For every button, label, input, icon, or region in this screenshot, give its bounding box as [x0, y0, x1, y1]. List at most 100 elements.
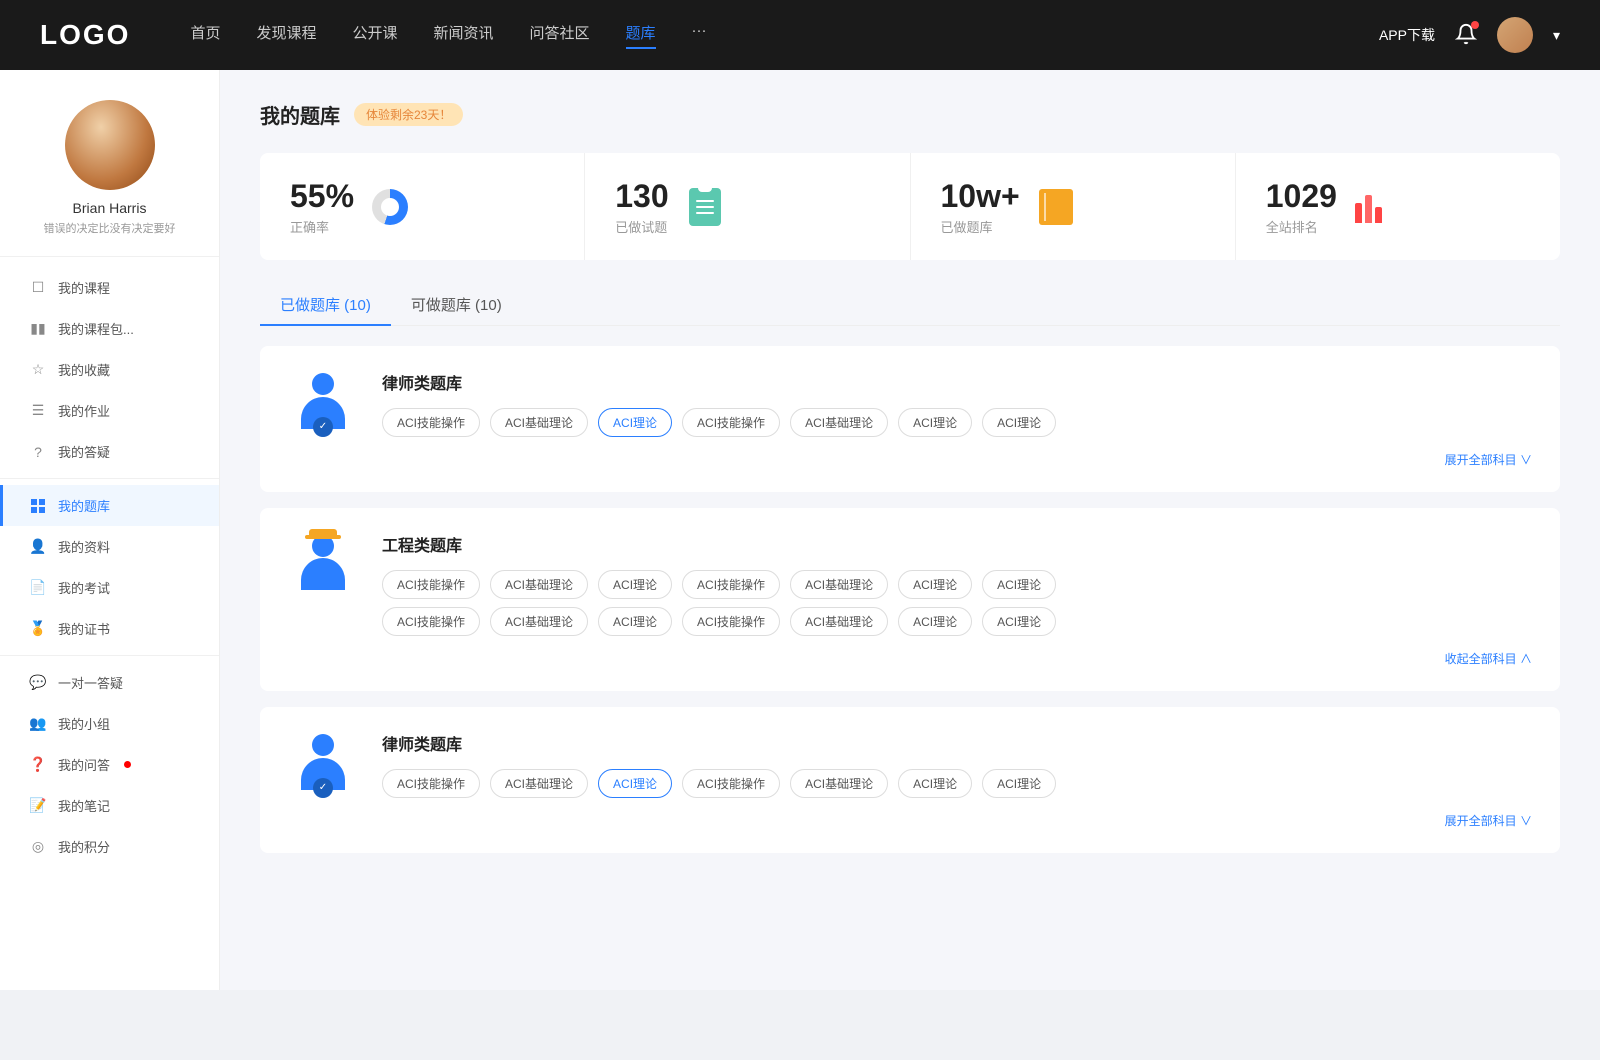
avatar-dropdown-icon[interactable]: ▾: [1553, 27, 1560, 44]
expand-link-3[interactable]: 展开全部科目 ∨: [382, 806, 1532, 829]
sidebar: Brian Harris 错误的决定比没有决定要好 ☐ 我的课程 ▮▮ 我的课程…: [0, 70, 220, 990]
stat-done-banks-text: 10w+ 已做题库: [941, 177, 1020, 236]
eng-tag-4[interactable]: ACI基础理论: [790, 570, 888, 599]
sidebar-item-one-on-one[interactable]: 💬 一对一答疑: [0, 662, 219, 703]
sidebar-item-my-qa[interactable]: ❓ 我的问答: [0, 744, 219, 785]
notes-icon: 📝: [30, 798, 46, 814]
tag-0[interactable]: ACI技能操作: [382, 408, 480, 437]
nav-links: 首页 发现课程 公开课 新闻资讯 问答社区 题库 ···: [190, 22, 1379, 49]
sidebar-item-certificate[interactable]: 🏅 我的证书: [0, 608, 219, 649]
eng-tag-6[interactable]: ACI理论: [982, 570, 1056, 599]
page-header: 我的题库 体验剩余23天！: [260, 100, 1560, 129]
avatar[interactable]: [1497, 17, 1533, 53]
sidebar-item-qa[interactable]: ? 我的答疑: [0, 431, 219, 472]
l2-tag-2[interactable]: ACI理论: [598, 769, 672, 798]
sidebar-menu: ☐ 我的课程 ▮▮ 我的课程包... ☆ 我的收藏 ☰ 我的作业 ? 我的答疑: [0, 267, 219, 867]
stat-accuracy-text: 55% 正确率: [290, 177, 354, 236]
eng-tag-10[interactable]: ACI技能操作: [682, 607, 780, 636]
tab-done[interactable]: 已做题库 (10): [260, 284, 391, 325]
nav-link-open[interactable]: 公开课: [352, 22, 397, 49]
sidebar-item-points[interactable]: ◎ 我的积分: [0, 826, 219, 867]
eng-tag-12[interactable]: ACI理论: [898, 607, 972, 636]
sidebar-item-course-package[interactable]: ▮▮ 我的课程包...: [0, 308, 219, 349]
profile-motto: 错误的决定比没有决定要好: [20, 220, 199, 236]
nav-right: APP下载 ▾: [1379, 17, 1560, 53]
points-icon: ◎: [30, 839, 46, 855]
sidebar-item-exam[interactable]: 📄 我的考试: [0, 567, 219, 608]
star-icon: ☆: [30, 362, 46, 378]
sidebar-item-question-bank[interactable]: 我的题库: [0, 485, 219, 526]
eng-tag-3[interactable]: ACI技能操作: [682, 570, 780, 599]
tag-3[interactable]: ACI技能操作: [682, 408, 780, 437]
lawyer-icon: ✓: [288, 370, 358, 440]
tabs-row: 已做题库 (10) 可做题库 (10): [260, 284, 1560, 326]
sidebar-item-favorites[interactable]: ☆ 我的收藏: [0, 349, 219, 390]
collapse-link[interactable]: 收起全部科目 ∧: [382, 644, 1532, 667]
app-download-button[interactable]: APP下载: [1379, 25, 1435, 45]
expand-link-1[interactable]: 展开全部科目 ∨: [382, 445, 1532, 468]
tag-5[interactable]: ACI理论: [898, 408, 972, 437]
tag-4[interactable]: ACI基础理论: [790, 408, 888, 437]
pie-chart-icon: [370, 187, 410, 227]
chat-icon: 💬: [30, 675, 46, 691]
lawyer-2-icon: ✓: [288, 731, 358, 801]
sidebar-item-group[interactable]: 👥 我的小组: [0, 703, 219, 744]
stat-done-questions: 130 已做试题: [585, 153, 910, 260]
nav-link-courses[interactable]: 发现课程: [256, 22, 316, 49]
stat-done-questions-value: 130: [615, 177, 668, 215]
sidebar-profile: Brian Harris 错误的决定比没有决定要好: [0, 100, 219, 257]
stat-accuracy: 55% 正确率: [260, 153, 585, 260]
nav-link-home[interactable]: 首页: [190, 22, 220, 49]
nav-link-more[interactable]: ···: [692, 22, 707, 49]
eng-tag-11[interactable]: ACI基础理论: [790, 607, 888, 636]
bank-card-lawyer-2: ✓ 律师类题库 ACI技能操作 ACI基础理论 ACI理论 ACI技能操作 AC…: [260, 707, 1560, 853]
trial-badge: 体验剩余23天！: [354, 103, 463, 126]
tag-2[interactable]: ACI理论: [598, 408, 672, 437]
person-icon: 👤: [30, 539, 46, 555]
l2-tag-3[interactable]: ACI技能操作: [682, 769, 780, 798]
main-content: 我的题库 体验剩余23天！ 55% 正确率 130 已做试题: [220, 70, 1600, 990]
eng-tag-0[interactable]: ACI技能操作: [382, 570, 480, 599]
l2-tag-1[interactable]: ACI基础理论: [490, 769, 588, 798]
eng-tag-1[interactable]: ACI基础理论: [490, 570, 588, 599]
l2-tag-5[interactable]: ACI理论: [898, 769, 972, 798]
nav-link-qa[interactable]: 问答社区: [530, 22, 590, 49]
page-layout: Brian Harris 错误的决定比没有决定要好 ☐ 我的课程 ▮▮ 我的课程…: [0, 70, 1600, 990]
nav-link-news[interactable]: 新闻资讯: [434, 22, 494, 49]
bank-card-lawyer-1: ✓ 律师类题库 ACI技能操作 ACI基础理论 ACI理论 ACI技能操作 AC…: [260, 346, 1560, 492]
certificate-icon: 🏅: [30, 621, 46, 637]
l2-tag-6[interactable]: ACI理论: [982, 769, 1056, 798]
tag-6[interactable]: ACI理论: [982, 408, 1056, 437]
sidebar-item-my-courses[interactable]: ☐ 我的课程: [0, 267, 219, 308]
stat-accuracy-value: 55%: [290, 177, 354, 215]
nav-logo: LOGO: [40, 19, 130, 51]
file-icon: ☐: [30, 280, 46, 296]
bank-card-lawyer-1-title: 律师类题库: [382, 370, 1532, 394]
navbar: LOGO 首页 发现课程 公开课 新闻资讯 问答社区 题库 ··· APP下载 …: [0, 0, 1600, 70]
bar-chart-icon: [1353, 187, 1393, 227]
nav-link-bank[interactable]: 题库: [626, 22, 656, 49]
eng-tag-8[interactable]: ACI基础理论: [490, 607, 588, 636]
tab-available[interactable]: 可做题库 (10): [391, 284, 522, 325]
notification-bell-icon[interactable]: [1455, 23, 1477, 48]
sidebar-item-homework[interactable]: ☰ 我的作业: [0, 390, 219, 431]
profile-image: [65, 100, 155, 190]
question-circle-icon: ?: [30, 444, 46, 460]
stat-ranking-label: 全站排名: [1266, 217, 1337, 236]
bank-card-lawyer-1-tags: ACI技能操作 ACI基础理论 ACI理论 ACI技能操作 ACI基础理论 AC…: [382, 408, 1532, 437]
eng-tag-7[interactable]: ACI技能操作: [382, 607, 480, 636]
eng-tag-13[interactable]: ACI理论: [982, 607, 1056, 636]
sidebar-item-notes[interactable]: 📝 我的笔记: [0, 785, 219, 826]
bank-card-lawyer-2-content: 律师类题库 ACI技能操作 ACI基础理论 ACI理论 ACI技能操作 ACI基…: [382, 731, 1532, 829]
l2-tag-4[interactable]: ACI基础理论: [790, 769, 888, 798]
eng-tag-2[interactable]: ACI理论: [598, 570, 672, 599]
divider: [0, 478, 219, 479]
eng-tag-9[interactable]: ACI理论: [598, 607, 672, 636]
exam-icon: 📄: [30, 580, 46, 596]
tag-1[interactable]: ACI基础理论: [490, 408, 588, 437]
eng-tag-5[interactable]: ACI理论: [898, 570, 972, 599]
sidebar-item-profile[interactable]: 👤 我的资料: [0, 526, 219, 567]
l2-tag-0[interactable]: ACI技能操作: [382, 769, 480, 798]
group-icon: 👥: [30, 716, 46, 732]
divider-2: [0, 655, 219, 656]
